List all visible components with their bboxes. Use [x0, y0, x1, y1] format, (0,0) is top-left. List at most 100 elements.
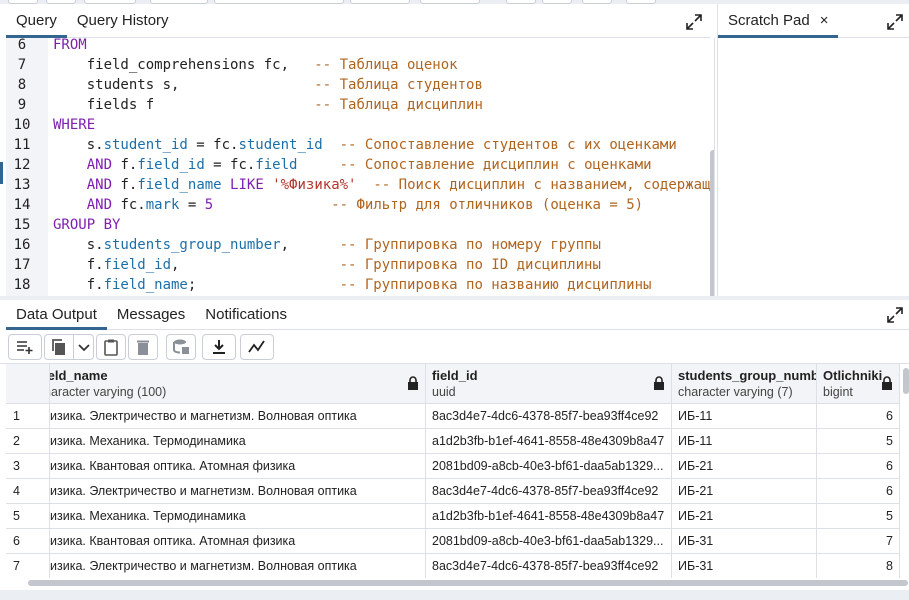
column-header-field-id[interactable]: field_id uuid: [426, 364, 672, 404]
code-line: AND f.field_id = fc.field -- Сопоставлен…: [53, 155, 652, 175]
line-number: 7: [17, 57, 27, 73]
tab-query[interactable]: Query: [6, 3, 67, 38]
column-header-field-name[interactable]: ield_name haracter varying (100): [50, 364, 426, 404]
line-number: 11: [13, 137, 31, 153]
cell-students-group-number[interactable]: ИБ-21: [672, 479, 817, 504]
code-line: s.students_group_number, -- Группировка …: [53, 235, 601, 255]
code-line: GROUP BY: [53, 215, 120, 235]
code-token: ,: [171, 257, 340, 273]
line-number: 18: [13, 277, 31, 293]
row-number[interactable]: 1: [6, 404, 50, 429]
cell-field-name[interactable]: изика. Квантовая оптика. Атомная физика: [50, 454, 426, 479]
add-row-button[interactable]: [8, 334, 42, 360]
cell-field-id[interactable]: 2081bd09-a8cb-40e3-bf61-daa5ab1329...: [426, 454, 672, 479]
cell-field-id[interactable]: 8ac3d4e7-4dc6-4378-85f7-bea93ff4ce92: [426, 404, 672, 429]
cell-field-id[interactable]: 2081bd09-a8cb-40e3-bf61-daa5ab1329...: [426, 529, 672, 554]
cell-field-id[interactable]: 8ac3d4e7-4dc6-4378-85f7-bea93ff4ce92: [426, 479, 672, 504]
cell-field-id[interactable]: a1d2b3fb-b1ef-4641-8558-48e4309b8a47: [426, 429, 672, 454]
cell-otlichniki[interactable]: 6: [817, 404, 900, 429]
code-token: AND: [86, 197, 113, 213]
results-grid[interactable]: ield_name haracter varying (100) field_i…: [6, 364, 909, 578]
close-icon[interactable]: ×: [820, 12, 829, 29]
grid-vertical-scrollbar[interactable]: [903, 368, 909, 394]
code-line: AND f.field_name LIKE '%Физика%' -- Поис…: [53, 175, 711, 195]
cell-students-group-number[interactable]: ИБ-11: [672, 404, 817, 429]
cell-field-name[interactable]: изика. Электричество и магнетизм. Волнов…: [50, 479, 426, 504]
cell-field-id[interactable]: a1d2b3fb-b1ef-4641-8558-48e4309b8a47: [426, 504, 672, 529]
column-header-students-group-number[interactable]: students_group_number character varying …: [672, 364, 817, 404]
tab-scratch-pad[interactable]: Scratch Pad ×: [718, 3, 839, 38]
code-line: field_comprehensions fc, -- Таблица оцен…: [53, 55, 458, 75]
row-number[interactable]: 5: [6, 504, 50, 529]
paste-button[interactable]: [96, 334, 126, 360]
tab-notifications[interactable]: Notifications: [195, 299, 297, 329]
expand-icon[interactable]: [686, 14, 702, 30]
row-number[interactable]: 2: [6, 429, 50, 454]
vertical-scrollbar[interactable]: [710, 150, 714, 296]
cell-students-group-number[interactable]: ИБ-11: [672, 429, 817, 454]
tab-messages[interactable]: Messages: [107, 299, 195, 329]
status-bar: [0, 590, 909, 600]
cell-field-name[interactable]: изика. Электричество и магнетизм. Волнов…: [50, 404, 426, 429]
row-number[interactable]: 6: [6, 529, 50, 554]
code-token: -- Сопоставление дисциплин с оценками: [339, 157, 652, 173]
line-number: 14: [13, 197, 31, 213]
scratch-pad-editor[interactable]: [717, 38, 909, 296]
code-token: = fc.: [187, 137, 239, 153]
tab-label: Scratch Pad: [728, 11, 810, 29]
expand-icon[interactable]: [887, 307, 903, 323]
save-data-button[interactable]: [166, 334, 196, 360]
delete-button[interactable]: [128, 334, 158, 360]
tab-data-output[interactable]: Data Output: [6, 299, 107, 330]
cell-otlichniki[interactable]: 5: [817, 504, 900, 529]
graph-icon: [248, 340, 265, 353]
code-area[interactable]: FROM field_comprehensions fc, -- Таблица…: [53, 38, 713, 296]
graph-visualiser-button[interactable]: [240, 334, 274, 360]
chevron-down-icon[interactable]: [73, 335, 93, 359]
row-number[interactable]: 3: [6, 454, 50, 479]
download-icon: [213, 340, 225, 354]
row-number[interactable]: 7: [6, 554, 50, 578]
cell-field-name[interactable]: изика. Электричество и магнетизм. Волнов…: [50, 554, 426, 578]
cell-otlichniki[interactable]: 6: [817, 454, 900, 479]
cell-students-group-number[interactable]: ИБ-31: [672, 554, 817, 578]
cell-field-name[interactable]: изика. Механика. Термодинамика: [50, 429, 426, 454]
cell-field-id[interactable]: 8ac3d4e7-4dc6-4378-85f7-bea93ff4ce92: [426, 554, 672, 578]
output-tabs: Data Output Messages Notifications: [6, 300, 909, 330]
add-row-icon: [17, 341, 33, 354]
sql-editor[interactable]: 6 7 8 9 10 11 12 13 14 15 16 17 18 FROM field_compre…: [6, 38, 715, 296]
cell-otlichniki[interactable]: 8: [817, 554, 900, 578]
cell-field-name[interactable]: изика. Квантовая оптика. Атомная физика: [50, 529, 426, 554]
download-button[interactable]: [202, 334, 236, 360]
save-data-icon: [173, 339, 189, 354]
column-header-otlichniki[interactable]: Otlichniki bigint: [817, 364, 900, 404]
column-name: Otlichniki: [823, 368, 883, 383]
cell-otlichniki[interactable]: 6: [817, 479, 900, 504]
code-token: f.: [112, 177, 138, 193]
line-number: 16: [13, 237, 31, 253]
tab-query-history[interactable]: Query History: [67, 3, 179, 37]
cell-students-group-number[interactable]: ИБ-21: [672, 454, 817, 479]
cell-students-group-number[interactable]: ИБ-31: [672, 529, 817, 554]
cell-field-name[interactable]: изика. Механика. Термодинамика: [50, 504, 426, 529]
code-token: student_id: [103, 137, 188, 153]
row-number[interactable]: 4: [6, 479, 50, 504]
cell-otlichniki[interactable]: 5: [817, 429, 900, 454]
cell-otlichniki[interactable]: 7: [817, 529, 900, 554]
lock-icon: [882, 376, 892, 390]
tab-label: Data Output: [16, 305, 97, 323]
row-number-header: [6, 364, 50, 404]
copy-icon[interactable]: [45, 335, 73, 359]
code-token: LIKE: [230, 177, 264, 193]
code-token: -- Сопоставление студентов с их оценками: [339, 137, 677, 153]
copy-button[interactable]: [44, 334, 94, 360]
expand-icon[interactable]: [887, 14, 903, 30]
column-type: character varying (7): [678, 385, 793, 399]
cell-students-group-number[interactable]: ИБ-21: [672, 504, 817, 529]
column-type: uuid: [432, 385, 456, 399]
grid-horizontal-scrollbar[interactable]: [28, 580, 908, 586]
code-token: -- Таблица студентов: [314, 77, 483, 93]
code-token: s.: [53, 237, 104, 253]
